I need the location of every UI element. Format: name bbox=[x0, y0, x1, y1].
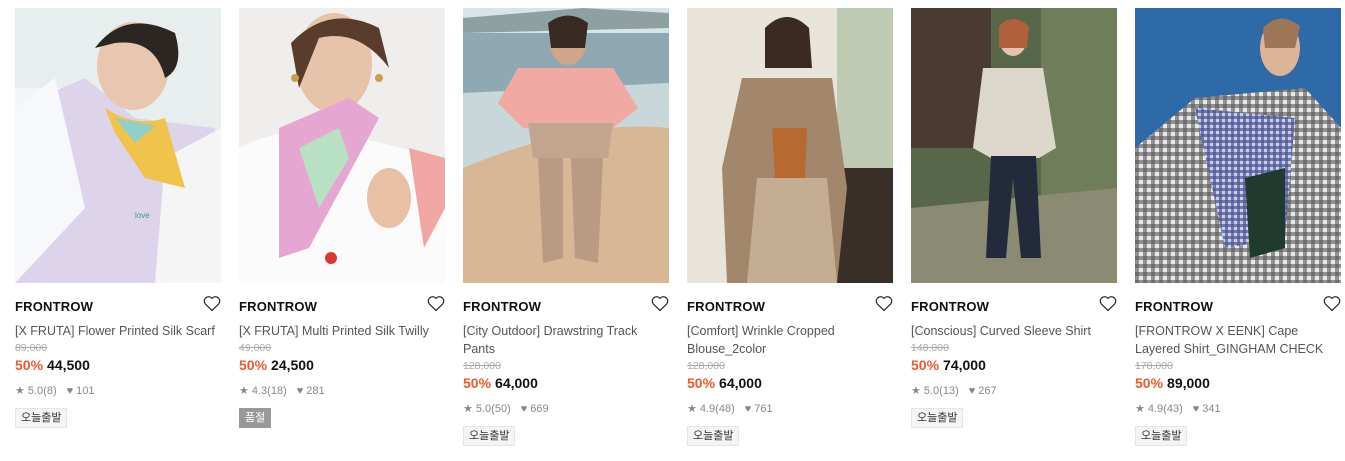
svg-text:love: love bbox=[135, 211, 150, 220]
brand-name[interactable]: FRONTROW bbox=[1135, 299, 1213, 314]
star-icon: ★ bbox=[239, 385, 249, 397]
star-icon: ★ bbox=[687, 403, 697, 415]
product-title[interactable]: [FRONTROW X EENK] Cape Layered Shirt_GIN… bbox=[1135, 322, 1341, 358]
rating: 4.9 bbox=[699, 403, 716, 415]
star-icon: ★ bbox=[1135, 403, 1145, 415]
delivery-badge: 오늘출발 bbox=[15, 408, 68, 428]
like-count: 761 bbox=[754, 403, 773, 415]
sale-price: 64,000 bbox=[719, 375, 762, 391]
brand-name[interactable]: FRONTROW bbox=[463, 299, 541, 314]
rating: 5.0 bbox=[923, 385, 940, 397]
original-price: 128,000 bbox=[687, 360, 725, 372]
like-count: 267 bbox=[978, 385, 997, 397]
product-image[interactable] bbox=[687, 8, 893, 283]
heart-filled-icon: ♥ bbox=[296, 385, 304, 397]
discount-rate: 50% bbox=[687, 375, 716, 391]
product-card[interactable]: FRONTROW [X FRUTA] Multi Printed Silk Tw… bbox=[239, 8, 445, 428]
original-price: 89,000 bbox=[15, 342, 48, 354]
product-card[interactable]: FRONTROW [Comfort] Wrinkle Cropped Blous… bbox=[687, 8, 893, 446]
soldout-badge: 품절 bbox=[239, 408, 272, 428]
review-count: (50) bbox=[491, 403, 511, 415]
rating: 4.9 bbox=[1147, 403, 1164, 415]
discount-rate: 50% bbox=[911, 357, 940, 373]
brand-name[interactable]: FRONTROW bbox=[911, 299, 989, 314]
product-image[interactable] bbox=[911, 8, 1117, 283]
product-title[interactable]: [Comfort] Wrinkle Cropped Blouse_2color bbox=[687, 322, 893, 358]
original-price: 148,000 bbox=[911, 342, 949, 354]
delivery-badge: 오늘출발 bbox=[463, 426, 516, 446]
price-row: 50% 24,500 bbox=[239, 356, 445, 374]
wishlist-heart-icon[interactable] bbox=[203, 295, 221, 312]
product-card[interactable]: FRONTROW [Conscious] Curved Sleeve Shirt… bbox=[911, 8, 1117, 428]
delivery-badge: 오늘출발 bbox=[911, 408, 964, 428]
heart-filled-icon: ♥ bbox=[520, 403, 528, 415]
price-row: 50% 89,000 bbox=[1135, 374, 1341, 392]
product-title[interactable]: [City Outdoor] Drawstring Track Pants bbox=[463, 322, 669, 358]
review-count: (18) bbox=[267, 385, 287, 397]
product-card[interactable]: love FRONTROW [X FRUTA] Flower Printed S… bbox=[15, 8, 221, 428]
review-count: (48) bbox=[715, 403, 735, 415]
discount-rate: 50% bbox=[463, 375, 492, 391]
heart-filled-icon: ♥ bbox=[1192, 403, 1200, 415]
sale-price: 74,000 bbox=[943, 357, 986, 373]
review-meta: ★ 5.0 (13) ♥ 267 bbox=[911, 384, 1117, 398]
sale-price: 64,000 bbox=[495, 375, 538, 391]
star-icon: ★ bbox=[463, 403, 473, 415]
brand-name[interactable]: FRONTROW bbox=[687, 299, 765, 314]
product-title[interactable]: [X FRUTA] Flower Printed Silk Scarf bbox=[15, 322, 221, 340]
rating: 5.0 bbox=[475, 403, 492, 415]
review-count: (43) bbox=[1163, 403, 1183, 415]
product-image[interactable] bbox=[1135, 8, 1341, 283]
heart-filled-icon: ♥ bbox=[968, 385, 976, 397]
wishlist-heart-icon[interactable] bbox=[651, 295, 669, 312]
product-image[interactable]: love bbox=[15, 8, 221, 283]
discount-rate: 50% bbox=[15, 357, 44, 373]
discount-rate: 50% bbox=[239, 357, 268, 373]
sale-price: 89,000 bbox=[1167, 375, 1210, 391]
delivery-badge: 오늘출발 bbox=[1135, 426, 1188, 446]
like-count: 341 bbox=[1202, 403, 1221, 415]
price-row: 50% 64,000 bbox=[463, 374, 669, 392]
rating: 5.0 bbox=[27, 385, 44, 397]
star-icon: ★ bbox=[911, 385, 921, 397]
star-icon: ★ bbox=[15, 385, 25, 397]
review-count: (13) bbox=[939, 385, 959, 397]
wishlist-heart-icon[interactable] bbox=[1323, 295, 1341, 312]
like-count: 281 bbox=[306, 385, 325, 397]
delivery-badge: 오늘출발 bbox=[687, 426, 740, 446]
price-row: 50% 74,000 bbox=[911, 356, 1117, 374]
price-row: 50% 64,000 bbox=[687, 374, 893, 392]
wishlist-heart-icon[interactable] bbox=[427, 295, 445, 312]
brand-name[interactable]: FRONTROW bbox=[239, 299, 317, 314]
product-title[interactable]: [X FRUTA] Multi Printed Silk Twilly bbox=[239, 322, 445, 340]
sale-price: 24,500 bbox=[271, 357, 314, 373]
product-image[interactable] bbox=[463, 8, 669, 283]
original-price: 178,000 bbox=[1135, 360, 1173, 372]
original-price: 128,000 bbox=[463, 360, 501, 372]
original-price: 49,000 bbox=[239, 342, 272, 354]
product-grid: love FRONTROW [X FRUTA] Flower Printed S… bbox=[0, 0, 1345, 461]
product-title[interactable]: [Conscious] Curved Sleeve Shirt bbox=[911, 322, 1117, 340]
like-count: 101 bbox=[76, 385, 95, 397]
review-meta: ★ 5.0 (8) ♥ 101 bbox=[15, 384, 221, 398]
like-count: 669 bbox=[530, 403, 549, 415]
heart-filled-icon: ♥ bbox=[66, 385, 74, 397]
review-meta: ★ 5.0 (50) ♥ 669 bbox=[463, 402, 669, 416]
wishlist-heart-icon[interactable] bbox=[1099, 295, 1117, 312]
discount-rate: 50% bbox=[1135, 375, 1164, 391]
rating: 4.3 bbox=[251, 385, 268, 397]
review-meta: ★ 4.9 (48) ♥ 761 bbox=[687, 402, 893, 416]
price-row: 50% 44,500 bbox=[15, 356, 221, 374]
review-count: (8) bbox=[43, 385, 57, 397]
heart-filled-icon: ♥ bbox=[744, 403, 752, 415]
brand-name[interactable]: FRONTROW bbox=[15, 299, 93, 314]
review-meta: ★ 4.9 (43) ♥ 341 bbox=[1135, 402, 1341, 416]
sale-price: 44,500 bbox=[47, 357, 90, 373]
wishlist-heart-icon[interactable] bbox=[875, 295, 893, 312]
product-image[interactable] bbox=[239, 8, 445, 283]
product-card[interactable]: FRONTROW [City Outdoor] Drawstring Track… bbox=[463, 8, 669, 446]
product-card[interactable]: FRONTROW [FRONTROW X EENK] Cape Layered … bbox=[1135, 8, 1341, 446]
review-meta: ★ 4.3 (18) ♥ 281 bbox=[239, 384, 445, 398]
